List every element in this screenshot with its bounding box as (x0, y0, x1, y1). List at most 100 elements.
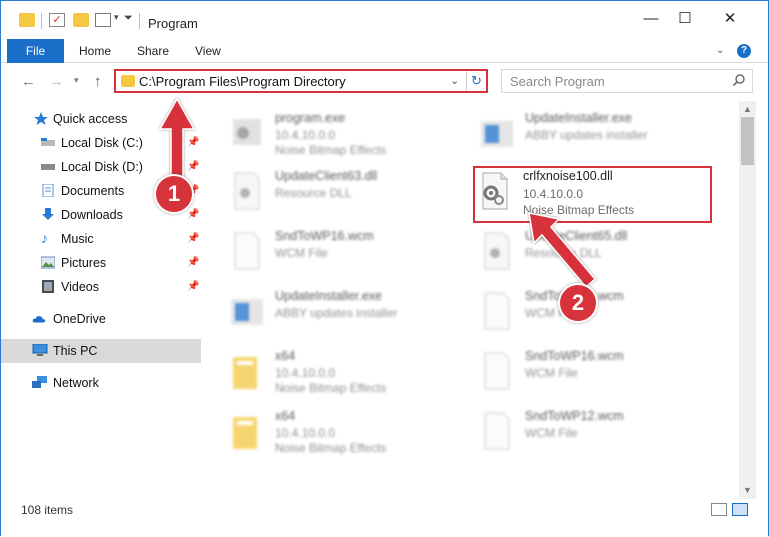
music-icon: ♪ (41, 230, 48, 246)
file-tile[interactable]: SndToWP16.wcm WCM File (205, 221, 435, 277)
sidebar-item-label: Local Disk (D:) (61, 160, 143, 174)
vertical-scrollbar[interactable]: ▲ ▼ (739, 101, 756, 499)
maximize-button[interactable]: ☐ (662, 1, 708, 37)
file-tile[interactable]: UpdateInstaller.exe ABBY updates install… (455, 103, 685, 159)
file-detail: Resource DLL (525, 246, 602, 260)
file-tile[interactable]: SndToWP16.wcm WCM File (455, 341, 685, 397)
star-icon (34, 112, 48, 125)
file-name: UpdateInstaller.exe (525, 111, 633, 125)
explorer-window: ✓ ▾ ⏷ Program — ☐ ✕ File Home Share View… (0, 0, 769, 537)
forward-arrow-icon[interactable]: → (49, 73, 64, 90)
navigation-pane: Quick access Local Disk (C:) 📌 Local Dis… (1, 101, 204, 499)
file-name: SndToWP16.wcm (275, 229, 374, 243)
sidebar-item-this-pc[interactable]: This PC (1, 339, 201, 363)
file-name: x64 (275, 409, 296, 423)
drive-icon (41, 138, 55, 146)
tab-view[interactable]: View (195, 39, 221, 63)
file-detail: 10.4.10.0.0 (275, 128, 336, 142)
sidebar-item-label: Downloads (61, 208, 123, 222)
sidebar-item-local-disk-c[interactable]: Local Disk (C:) 📌 (1, 131, 201, 155)
file-detail: Noise Bitmap Effects (275, 143, 387, 157)
pin-icon[interactable]: 📌 (187, 137, 199, 148)
file-tile[interactable]: UpdateClient63.dll Resource DLL (205, 161, 435, 217)
folder-tile[interactable]: x64 10.4.10.0.0 Noise Bitmap Effects (205, 401, 435, 457)
tab-home[interactable]: Home (79, 39, 111, 63)
pin-icon[interactable]: 📌 (187, 257, 199, 268)
file-detail: ABBY updates installer (525, 128, 648, 142)
title-bar: ✓ ▾ ⏷ Program — ☐ ✕ (1, 1, 768, 39)
file-detail: WCM File (275, 246, 328, 260)
new-folder-icon[interactable] (73, 13, 89, 27)
sidebar-item-pictures[interactable]: Pictures 📌 (1, 251, 201, 275)
sidebar-item-label: Documents (61, 184, 125, 198)
installer-exe-icon (481, 121, 513, 147)
up-arrow-icon[interactable]: ↑ (94, 73, 102, 90)
file-detail: ABBY updates installer (275, 306, 398, 320)
sidebar-item-music[interactable]: ♪ Music 📌 (1, 227, 201, 251)
refresh-icon[interactable]: ↻ (466, 71, 486, 91)
address-path[interactable]: C:\Program Files\Program Directory (139, 74, 346, 89)
pc-icon (32, 344, 48, 356)
folder-icon (233, 357, 257, 389)
file-detail: 10.4.10.0.0 (275, 366, 336, 380)
sidebar-item-label: Local Disk (C:) (61, 136, 143, 150)
customize-toolbar-icon[interactable]: ⏷ (124, 12, 133, 25)
folder-tile[interactable]: x64 10.4.10.0.0 Noise Bitmap Effects (205, 341, 435, 397)
file-icon (234, 232, 260, 270)
details-view-icon[interactable] (711, 503, 727, 516)
search-icon (732, 74, 745, 87)
tiles-view-icon[interactable] (732, 503, 748, 516)
file-tile[interactable]: UpdateInstaller.exe ABBY updates install… (205, 281, 435, 337)
file-name: program.exe (275, 111, 346, 125)
window-title: Program (148, 16, 198, 31)
tab-share[interactable]: Share (137, 39, 169, 63)
properties-icon[interactable] (95, 13, 111, 27)
address-dropdown-icon[interactable]: ⌄ (450, 74, 459, 87)
installer-exe-icon (231, 299, 263, 325)
file-detail: Noise Bitmap Effects (275, 381, 387, 395)
scroll-thumb[interactable] (741, 117, 754, 165)
exe-file-icon (233, 119, 261, 145)
sidebar-item-videos[interactable]: Videos 📌 (1, 275, 201, 299)
divider (41, 13, 42, 29)
pin-icon[interactable]: 📌 (187, 281, 199, 292)
file-detail: Resource DLL (275, 186, 352, 200)
sidebar-item-label: Videos (61, 280, 99, 294)
pin-icon[interactable]: 📌 (187, 161, 199, 172)
address-bar[interactable]: C:\Program Files\Program Directory ⌄ ↻ (114, 69, 488, 93)
file-tile[interactable]: program.exe 10.4.10.0.0 Noise Bitmap Eff… (205, 103, 435, 159)
search-input[interactable]: Search Program (501, 69, 753, 93)
sidebar-item-quick-access[interactable]: Quick access (1, 107, 201, 131)
help-icon[interactable]: ? (737, 44, 751, 58)
divider (139, 13, 140, 29)
tab-file[interactable]: File (7, 39, 64, 63)
scroll-down-icon[interactable]: ▼ (743, 485, 752, 495)
file-icon (484, 352, 510, 390)
properties-check-icon[interactable]: ✓ (49, 13, 65, 27)
sidebar-item-network[interactable]: Network (1, 371, 201, 395)
pin-icon[interactable]: 📌 (187, 233, 199, 244)
sidebar-item-onedrive[interactable]: OneDrive (1, 307, 201, 331)
videos-icon (42, 280, 54, 293)
status-bar: 108 items (1, 499, 768, 521)
file-name: x64 (275, 349, 296, 363)
chevron-down-icon[interactable]: ▾ (114, 12, 119, 23)
recent-locations-chevron-icon[interactable]: ▾ (74, 75, 79, 86)
file-detail: Noise Bitmap Effects (275, 441, 387, 455)
file-tile[interactable]: UpdateClient65.dll Resource DLL (455, 221, 685, 277)
expand-ribbon-icon[interactable]: ⌄ (716, 45, 724, 56)
file-tile[interactable]: SndToWP12.wcm WCM File (455, 401, 685, 457)
close-button[interactable]: ✕ (707, 1, 753, 37)
search-placeholder: Search Program (510, 74, 605, 89)
navigation-bar: ← → ▾ ↑ C:\Program Files\Program Directo… (1, 63, 768, 101)
ribbon-tabs: File Home Share View ⌄ ? (1, 39, 768, 63)
file-name: UpdateClient65.dll (525, 229, 628, 243)
scroll-up-icon[interactable]: ▲ (743, 104, 752, 114)
target-file-highlight (473, 166, 712, 223)
back-arrow-icon[interactable]: ← (21, 73, 36, 90)
folder-icon (233, 417, 257, 449)
pin-icon[interactable]: 📌 (187, 209, 199, 220)
file-name: SndToWP16.wcm (525, 349, 624, 363)
step-badge-1: 1 (154, 174, 194, 214)
sidebar-item-label: Quick access (53, 112, 128, 126)
